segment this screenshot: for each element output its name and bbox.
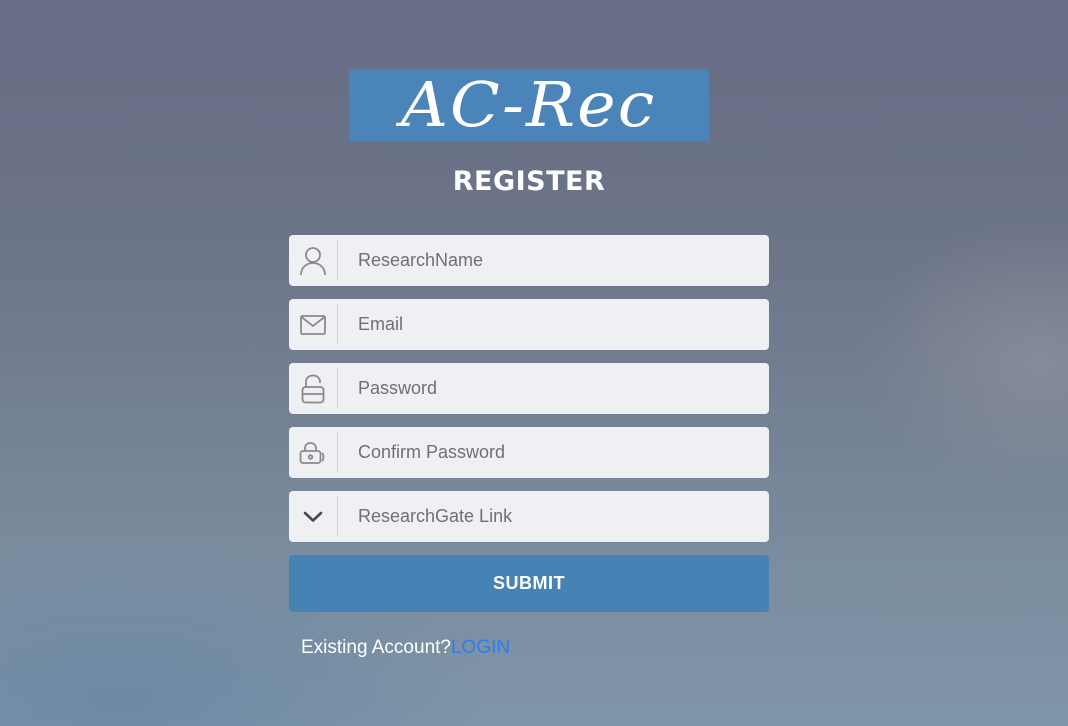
password-input[interactable] (338, 362, 769, 415)
lock-icon (289, 369, 338, 408)
submit-button[interactable]: SUBMIT (289, 555, 769, 612)
email-input[interactable] (338, 298, 769, 351)
key-lock-icon (289, 433, 338, 472)
password-field (289, 362, 769, 415)
existing-account-text: Existing Account? (301, 637, 451, 658)
login-prompt: Existing Account?LOGIN (301, 637, 510, 659)
researchgate-link-input[interactable] (338, 490, 769, 543)
chevron-down-icon[interactable] (289, 497, 338, 536)
register-form: SUBMIT (289, 234, 769, 612)
email-field (289, 298, 769, 351)
envelope-icon (289, 305, 338, 344)
login-link[interactable]: LOGIN (451, 637, 510, 658)
research-name-field (289, 234, 769, 287)
page-title: REGISTER (452, 166, 606, 197)
user-icon (289, 241, 338, 280)
confirm-password-input[interactable] (338, 426, 769, 479)
research-name-input[interactable] (338, 234, 769, 287)
logo-text: AC-Rec (401, 69, 657, 141)
confirm-password-field (289, 426, 769, 479)
app-logo: AC-Rec (349, 69, 709, 141)
researchgate-link-field[interactable] (289, 490, 769, 543)
